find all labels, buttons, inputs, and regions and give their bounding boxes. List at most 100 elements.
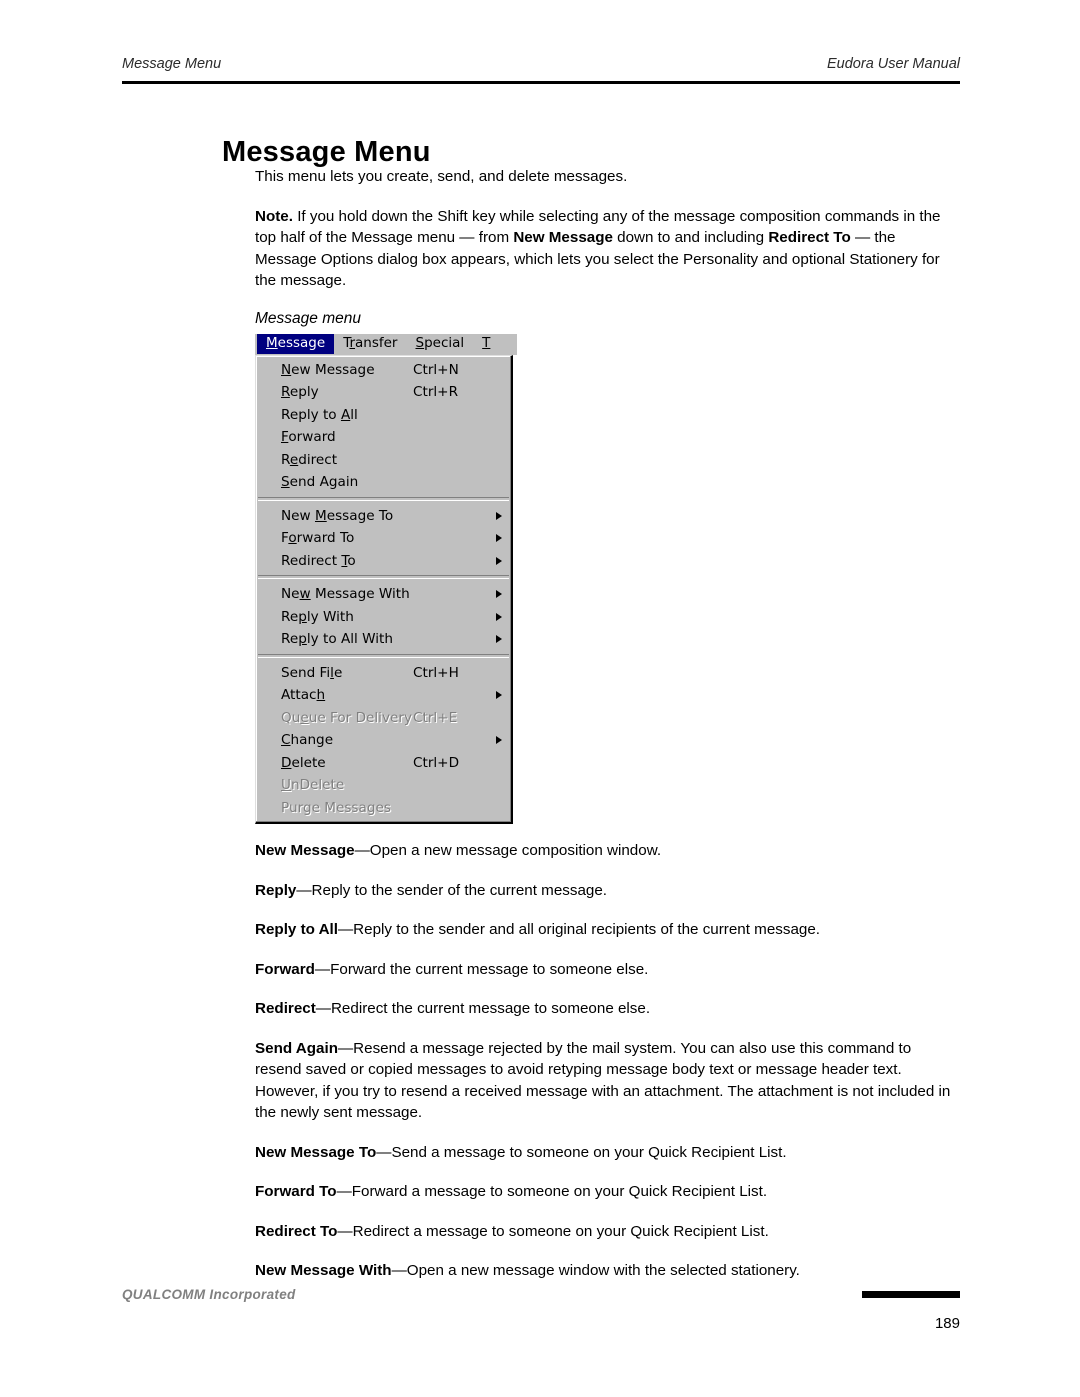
menu-item-label: Forward To [281,530,355,547]
menu-item-label: Reply With [281,608,354,625]
menu-item-label: Send File [281,664,343,681]
menu-item-undelete: UnDelete [256,774,511,797]
submenu-arrow-icon [496,612,502,621]
definition-text: —Open a new message composition window. [354,842,662,859]
footer-brand: QUALCOMM Incorporated [122,1287,296,1302]
header-rule [122,81,960,84]
menu-separator [258,653,509,658]
menu-item-label: Forward [281,429,336,446]
definition-text: —Forward a message to someone on your Qu… [336,1183,768,1200]
menu-item-redirect-to[interactable]: Redirect To [256,550,511,573]
definition-text: —Reply to the sender and all original re… [337,921,821,938]
menu-item-label: UnDelete [281,777,345,794]
note-emph-new-message: New Message [513,229,613,246]
definition-list: New Message—Open a new message compositi… [255,840,955,1282]
menu-item-forward[interactable]: Forward [256,426,511,449]
definition-send-again: Send Again—Resend a message rejected by … [255,1038,955,1124]
definition-text: —Send a message to someone on your Quick… [376,1143,787,1161]
definition-term: Redirect To [255,1222,338,1240]
definition-term: Reply to All [255,921,338,938]
menu-item-shortcut: Ctrl+N [413,361,459,378]
note-paragraph: Note. If you hold down the Shift key whi… [255,206,955,292]
definition-term: Send Again [255,1039,338,1057]
body-column: This menu lets you create, send, and del… [255,166,955,1300]
definition-text: —Resend a message rejected by the mail s… [255,1039,951,1122]
submenu-arrow-icon [496,635,502,644]
menu-item-label: New Message To [281,507,394,524]
menu-item-shortcut: Ctrl+H [413,664,459,681]
menu-item-send-again[interactable]: Send Again [256,471,511,494]
message-menu-popup[interactable]: New Message Ctrl+N Reply Ctrl+R Reply to All… [255,354,513,824]
menu-item-label: Attach [281,687,326,704]
definition-forward-to: Forward To—Forward a message to someone … [255,1181,955,1203]
definition-new-message-with: New Message With—Open a new message wind… [255,1260,955,1282]
menu-item-label: Send Again [281,474,359,491]
menu-item-reply-to-all-with[interactable]: Reply to All With [256,628,511,651]
menu-bar[interactable]: Message Transfer Special T [255,333,517,355]
menu-group: New Message With Reply With Reply to All W… [256,583,511,651]
menu-item-label: Reply [281,384,319,401]
menubar-item-message[interactable]: Message [257,334,335,354]
definition-new-message: New Message—Open a new message compositi… [255,840,955,862]
menubar-item-transfer[interactable]: Transfer [334,334,406,354]
menu-item-purge-messages: Purge Messages [256,797,511,820]
definition-term: Reply [255,881,297,899]
menu-item-redirect[interactable]: Redirect [256,449,511,472]
definition-new-message-to: New Message To—Send a message to someone… [255,1142,955,1164]
menu-item-new-message-with[interactable]: New Message With [256,583,511,606]
submenu-arrow-icon [496,691,502,700]
menu-item-attach[interactable]: Attach [256,684,511,707]
definition-term: New Message With [255,1262,392,1279]
menu-item-delete[interactable]: Delete Ctrl+D [256,752,511,775]
menu-item-shortcut: Ctrl+D [413,754,460,771]
definition-term: New Message To [255,1143,377,1161]
menu-item-shortcut: Ctrl+R [413,384,459,401]
menu-item-label: Purge Messages [281,799,391,816]
menu-item-label: Redirect [281,451,338,468]
definition-term: Forward To [255,1183,337,1200]
definition-reply-to-all: Reply to All—Reply to the sender and all… [255,919,955,941]
menu-item-label: Change [281,732,334,749]
document-page: Message Menu Eudora User Manual Message … [0,0,1080,1397]
menu-item-reply[interactable]: Reply Ctrl+R [256,381,511,404]
menu-separator [258,575,509,579]
menu-item-label: Redirect To [281,552,356,569]
menu-item-label: Queue For Delivery [281,709,412,726]
menu-item-label: Reply to All [281,406,358,423]
menu-item-label: Reply to All With [281,631,393,648]
menubar-item-special[interactable]: Special [407,334,474,354]
menu-group: Send File Ctrl+H Attach Queue For Delivery C… [256,662,511,820]
menu-group: New Message Ctrl+N Reply Ctrl+R Reply to All… [256,359,511,494]
footer-rule [862,1291,960,1298]
definition-text: —Redirect a message to someone on your Q… [337,1222,769,1240]
menu-item-change[interactable]: Change [256,729,511,752]
menu-item-forward-to[interactable]: Forward To [256,527,511,550]
menu-group: New Message To Forward To Redirect To [256,505,511,573]
definition-text: —Open a new message window with the sele… [391,1262,800,1279]
menu-item-reply-to-all[interactable]: Reply to All [256,404,511,427]
submenu-arrow-icon [496,556,502,565]
definition-redirect: Redirect—Redirect the current message to… [255,998,955,1020]
menu-item-label: New Message With [281,586,410,603]
note-label: Note. [255,207,293,225]
note-text-2: down to and including [612,229,769,246]
menu-item-label: Delete [281,754,326,771]
menu-item-new-message-to[interactable]: New Message To [256,505,511,528]
page-number: 189 [934,1315,960,1332]
menu-separator [258,496,509,501]
menu-item-new-message[interactable]: New Message Ctrl+N [256,359,511,382]
menu-item-queue-for-delivery: Queue For Delivery Ctrl+E [256,707,511,730]
menu-item-reply-with[interactable]: Reply With [256,606,511,629]
submenu-arrow-icon [496,590,502,599]
definition-term: Forward [255,960,315,978]
message-menu-screenshot: Message Transfer Special T New Message Ctrl+… [255,333,517,824]
menubar-item-t[interactable]: T [473,334,490,354]
definition-text: —Redirect the current message to someone… [315,1000,651,1017]
definition-term: Redirect [255,1000,316,1017]
submenu-arrow-icon [496,511,502,520]
menu-item-send-file[interactable]: Send File Ctrl+H [256,662,511,685]
definition-forward: Forward—Forward the current message to s… [255,959,955,981]
note-emph-redirect-to: Redirect To [768,229,851,246]
menu-item-shortcut: Ctrl+E [413,709,458,726]
header-right-text: Eudora User Manual [827,56,960,72]
